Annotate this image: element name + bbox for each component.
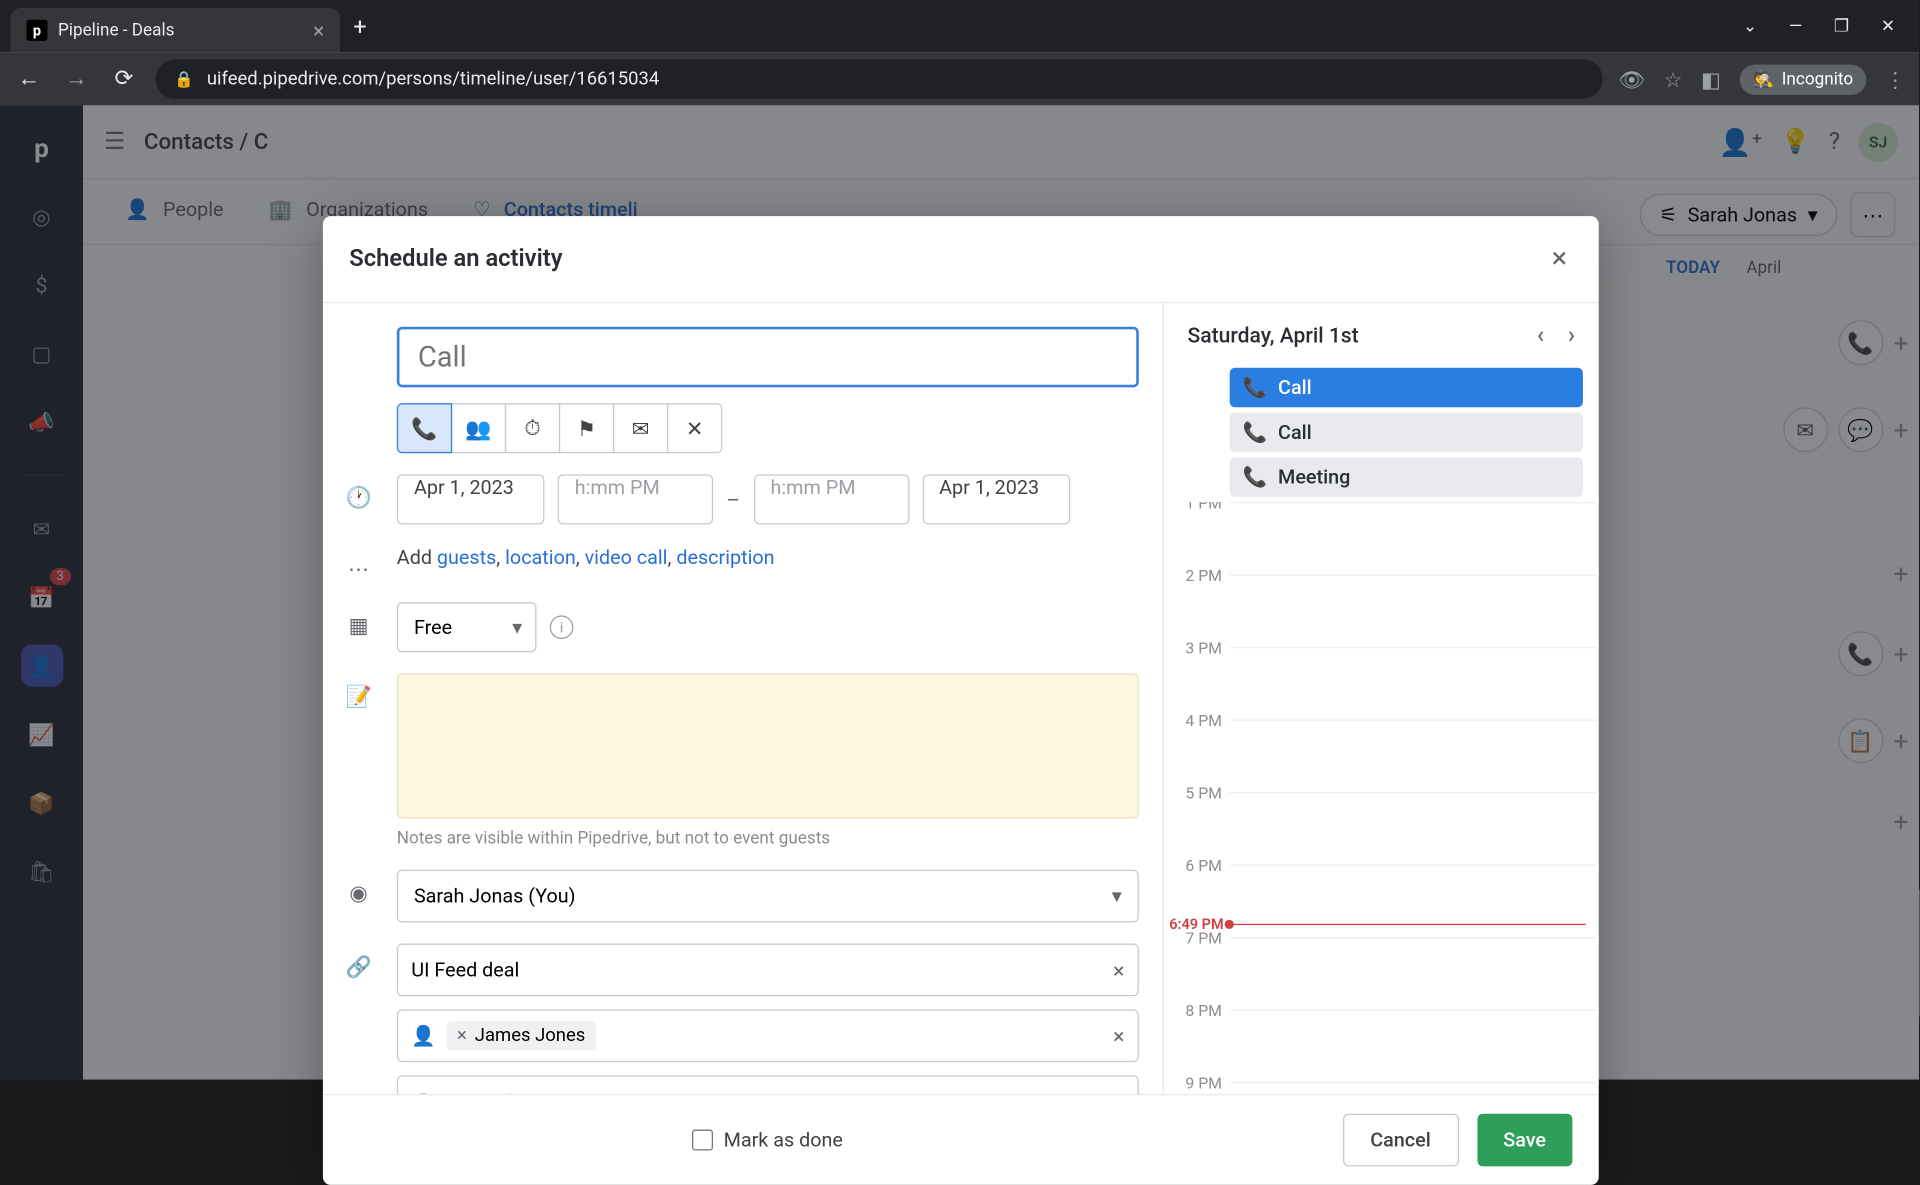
tab-close-icon[interactable]: × <box>313 18 324 43</box>
favicon: p <box>26 20 47 41</box>
calendar-date: Saturday, April 1st <box>1188 323 1359 348</box>
add-location-link[interactable]: location <box>505 546 576 570</box>
lock-icon: 🔒 <box>174 70 194 88</box>
linked-deal-input[interactable]: UI Feed deal × <box>397 944 1139 997</box>
next-day-icon[interactable]: › <box>1568 322 1575 350</box>
note-icon: 📝 <box>339 673 379 709</box>
start-date-input[interactable]: Apr 1, 2023 <box>397 474 545 524</box>
extension-icon[interactable]: ◧ <box>1701 67 1721 92</box>
clock-icon: 🕐 <box>339 474 379 510</box>
star-icon[interactable]: ☆ <box>1664 67 1683 92</box>
add-options: Add guests, location, video call, descri… <box>397 546 1139 570</box>
incognito-icon: 🕵 <box>1753 69 1774 89</box>
owner-select[interactable]: Sarah Jonas (You) <box>397 870 1139 923</box>
person-chip: ×James Jones <box>446 1021 595 1050</box>
phone-icon: 📞 <box>1243 376 1268 400</box>
browser-titlebar: p Pipeline - Deals × + ⌄ ― ❐ ✕ <box>0 0 1919 53</box>
type-deadline-button[interactable]: ⚑ <box>559 403 614 453</box>
eye-off-icon[interactable]: 👁 <box>1618 67 1645 92</box>
mark-done-checkbox[interactable]: Mark as done <box>692 1128 843 1152</box>
phone-icon: 📞 <box>1243 465 1268 489</box>
building-icon: 🏢 <box>411 1090 436 1094</box>
owner-icon: ◉ <box>339 870 379 906</box>
add-description-link[interactable]: description <box>676 546 774 570</box>
busy-icon: ▦ <box>339 602 379 638</box>
link-icon: 🔗 <box>339 944 379 980</box>
close-modal-icon[interactable]: × <box>1546 237 1572 280</box>
end-time-input[interactable]: h:mm PM <box>753 474 909 524</box>
type-email-button[interactable]: ✉ <box>613 403 668 453</box>
prev-day-icon[interactable]: ‹ <box>1537 322 1544 350</box>
reload-button[interactable]: ⟳ <box>108 63 140 95</box>
activity-subject-input[interactable] <box>397 327 1139 388</box>
info-icon[interactable]: i <box>550 616 574 640</box>
url-input[interactable]: 🔒 uifeed.pipedrive.com/persons/timeline/… <box>156 59 1603 99</box>
kebab-menu-icon[interactable]: ⋮ <box>1885 67 1906 92</box>
notes-hint: Notes are visible within Pipedrive, but … <box>397 829 1139 849</box>
incognito-badge: 🕵 Incognito <box>1739 64 1866 94</box>
calendar-event-selected[interactable]: 📞Call <box>1230 368 1583 408</box>
add-video-link[interactable]: video call <box>584 546 667 570</box>
maximize-icon[interactable]: ❐ <box>1834 16 1849 36</box>
start-time-input[interactable]: h:mm PM <box>558 474 714 524</box>
back-button[interactable]: ← <box>13 63 45 95</box>
phone-icon: 📞 <box>1243 420 1268 444</box>
person-icon: 👤 <box>411 1024 436 1048</box>
clear-person-icon[interactable]: × <box>1113 1023 1124 1048</box>
chevron-down-icon[interactable]: ⌄ <box>1743 16 1757 36</box>
type-lunch-button[interactable]: ✕ <box>667 403 722 453</box>
close-window-icon[interactable]: ✕ <box>1881 16 1895 36</box>
tab-title: Pipeline - Deals <box>58 20 174 40</box>
type-task-button[interactable]: ⏱ <box>505 403 560 453</box>
linked-person-input[interactable]: 👤 ×James Jones × <box>397 1010 1139 1063</box>
calendar-event[interactable]: 📞Meeting <box>1230 457 1583 497</box>
end-date-input[interactable]: Apr 1, 2023 <box>922 474 1070 524</box>
more-icon: ⋯ <box>339 546 379 582</box>
type-meeting-button[interactable]: 👥 <box>451 403 506 453</box>
calendar-grid[interactable]: 1 PM2 PM3 PM4 PM5 PM6 PM7 PM8 PM9 PM10 P… <box>1164 502 1599 1094</box>
calendar-event[interactable]: 📞Call <box>1230 413 1583 453</box>
availability-select[interactable]: Free <box>397 602 537 652</box>
remove-deal-icon[interactable]: × <box>1113 958 1124 983</box>
type-call-button[interactable]: 📞 <box>397 403 452 453</box>
linked-org-input[interactable]: 🏢 UI Feed × <box>397 1075 1139 1093</box>
schedule-activity-modal: Schedule an activity × 📞 👥 ⏱ ⚑ <box>323 216 1599 1185</box>
browser-tab[interactable]: p Pipeline - Deals × <box>11 8 340 53</box>
modal-title: Schedule an activity <box>349 245 562 273</box>
url-text: uifeed.pipedrive.com/persons/timeline/us… <box>207 69 659 90</box>
remove-chip-icon[interactable]: × <box>457 1025 467 1046</box>
forward-button[interactable]: → <box>61 63 93 95</box>
cancel-button[interactable]: Cancel <box>1343 1114 1459 1167</box>
address-bar: ← → ⟳ 🔒 uifeed.pipedrive.com/persons/tim… <box>0 53 1919 106</box>
new-tab-button[interactable]: + <box>353 13 366 41</box>
save-button[interactable]: Save <box>1477 1114 1572 1167</box>
add-guests-link[interactable]: guests <box>437 546 496 570</box>
activity-type-group: 📞 👥 ⏱ ⚑ ✉ ✕ <box>397 403 1139 453</box>
minimize-icon[interactable]: ― <box>1789 16 1802 36</box>
remove-org-icon[interactable]: × <box>1113 1089 1124 1094</box>
notes-textarea[interactable] <box>397 673 1139 818</box>
